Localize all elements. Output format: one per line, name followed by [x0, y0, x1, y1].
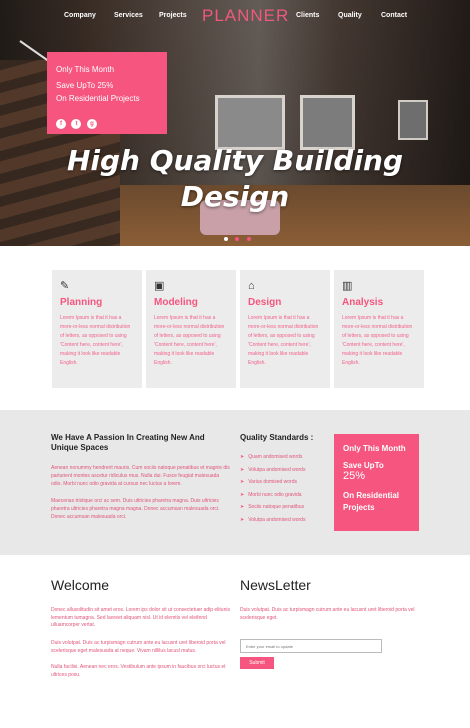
feature-card[interactable]: ✎ Planning Lorem Ipsum is that it has a … [52, 270, 142, 388]
hero-banner: Company Services Projects PLANNER Client… [0, 0, 470, 246]
welcome-title: Welcome [51, 577, 110, 593]
offer-line: Only This Month [343, 444, 406, 453]
quality-item-label: Morbi nunc odio gravida [248, 491, 302, 498]
hero-title: High Quality Building Design [0, 143, 470, 215]
newsletter-text: Duis volutpat. Duis ac turpismagn cutrum… [240, 607, 415, 621]
promo-line: Save UpTo 25% [56, 81, 114, 90]
arrow-icon: ➤ [240, 479, 245, 485]
feature-title: Planning [60, 297, 103, 308]
slider-dot[interactable] [235, 237, 240, 241]
nav-clients[interactable]: Clients [296, 12, 319, 19]
home-icon: ⌂ [248, 280, 255, 292]
arrow-icon: ➤ [240, 491, 245, 498]
quality-item[interactable]: ➤ Quam andomised words [240, 451, 305, 464]
feature-card[interactable]: ▣ Modeling Lorem Ipsum is that it has a … [146, 270, 236, 388]
bottom-section: Welcome Donec allusolitudin sit amet ero… [0, 555, 470, 728]
quality-item[interactable]: ➤ Volutpa andomised words [240, 464, 305, 477]
site-logo[interactable]: PLANNER [202, 6, 289, 26]
quality-list: ➤ Quam andomised words ➤ Volutpa andomised… [240, 451, 305, 526]
nav-services[interactable]: Services [114, 12, 143, 19]
offer-box[interactable]: Only This Month Save UpTo 25% On Residen… [334, 434, 419, 531]
arrow-icon: ➤ [240, 466, 245, 473]
newsletter-submit-button[interactable]: Submit [240, 657, 274, 669]
window-image [300, 95, 355, 150]
nav-projects[interactable]: Projects [159, 12, 187, 19]
feature-card[interactable]: ⌂ Design Lorem Ipsum is that it has a mo… [240, 270, 330, 388]
quality-item-label: Volutpa andomised words [248, 516, 306, 523]
hero-title-line: High Quality Building [66, 144, 404, 177]
feature-text: Lorem Ipsum is that it has a more-or-les… [248, 315, 319, 366]
quality-item-label: Sociis natoque penatibus [248, 504, 305, 510]
quality-item[interactable]: ➤ Sociis natoque penatibus [240, 501, 305, 514]
newsletter-email-input[interactable] [240, 639, 382, 653]
feature-text: Lorem Ipsum is that it has a more-or-les… [342, 315, 413, 366]
arrow-icon: ➤ [240, 504, 245, 510]
feature-text: Lorem Ipsum is that it has a more-or-les… [60, 315, 131, 366]
quality-item[interactable]: ➤ Volutpa andomised words [240, 514, 305, 527]
quality-title: Quality Standards : [240, 433, 314, 442]
slider-dot[interactable] [224, 237, 228, 241]
welcome-paragraph: Nulla facilisi. Aenean nec eros. Vestibu… [51, 664, 226, 678]
feature-card[interactable]: ▥ Analysis Lorem Ipsum is that it has a … [334, 270, 424, 388]
welcome-paragraph: Donec allusolitudin sit amet eros. Lorem… [51, 607, 230, 628]
feature-title: Design [248, 297, 282, 308]
quality-item-label: Volutpa andomised words [248, 466, 306, 473]
passion-heading: We Have A Passion In Creating New And Un… [51, 433, 205, 452]
social-icons: f t g [56, 112, 98, 130]
edit-icon: ✎ [60, 280, 70, 292]
newsletter-title: NewsLetter [240, 577, 311, 593]
passion-paragraph: Aenean nonummy hendrerit mauris. Cum soc… [51, 465, 230, 487]
google-plus-icon[interactable]: g [86, 119, 97, 129]
slider-dots [224, 228, 254, 246]
quality-item[interactable]: ➤ Morbi nunc odio gravida [240, 489, 305, 502]
slider-dot[interactable] [246, 237, 251, 241]
arrow-icon: ➤ [240, 454, 245, 460]
passion-section: We Have A Passion In Creating New And Un… [0, 410, 470, 555]
promo-box: Only This Month Save UpTo 25% On Residen… [47, 52, 167, 134]
facebook-icon[interactable]: f [56, 119, 66, 129]
chart-icon: ▥ [342, 280, 353, 292]
feature-title: Analysis [342, 297, 384, 308]
arrow-icon: ➤ [240, 516, 245, 523]
quality-item[interactable]: ➤ Varius domised words [240, 476, 305, 489]
promo-line: Only This Month [56, 65, 115, 74]
hero-title-line: Design [180, 180, 290, 213]
offer-line: Save UpTo [343, 461, 384, 470]
window-image [215, 95, 285, 150]
top-navigation: Company Services Projects PLANNER Client… [0, 0, 470, 32]
feature-title: Modeling [154, 297, 198, 308]
nav-contact[interactable]: Contact [381, 12, 407, 19]
features-section: ✎ Planning Lorem Ipsum is that it has a … [0, 246, 470, 409]
feature-text: Lorem Ipsum is that it has a more-or-les… [154, 315, 225, 366]
nav-quality[interactable]: Quality [338, 12, 362, 19]
offer-line: On Residential Projects [343, 491, 400, 512]
quality-item-label: Varius domised words [248, 479, 298, 485]
twitter-icon[interactable]: t [71, 119, 82, 129]
offer-percent: 25% [343, 470, 366, 482]
promo-line: On Residential Projects [56, 94, 140, 103]
monitor-icon: ▣ [154, 280, 165, 292]
quality-item-label: Quam andomised words [248, 454, 303, 460]
welcome-paragraph: Duis volutpat. Duis ac turpismagn cutrum… [51, 640, 226, 654]
passion-paragraph: Maecenas tristique orci ac sem. Duis ult… [51, 498, 220, 520]
nav-company[interactable]: Company [64, 12, 96, 19]
window-image [398, 100, 428, 140]
